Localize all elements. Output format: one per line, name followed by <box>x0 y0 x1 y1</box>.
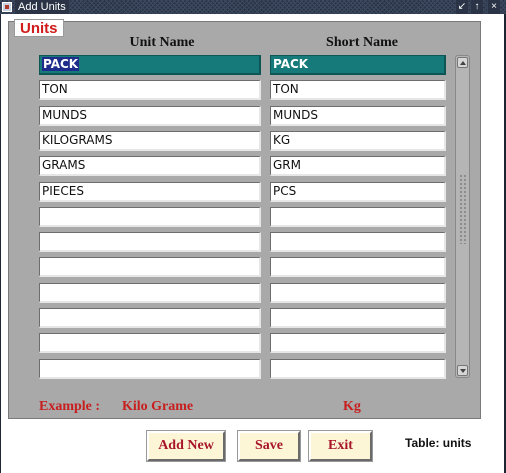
units-block-label: Units <box>14 19 64 37</box>
unit-name-field[interactable]: PIECES <box>39 182 261 202</box>
unit-name-field[interactable] <box>39 232 261 252</box>
unit-name-field[interactable] <box>39 359 261 379</box>
example-label: Example : <box>39 399 101 414</box>
selected-text: PACK <box>42 57 80 71</box>
scroll-up-icon[interactable] <box>457 57 468 68</box>
short-name-field[interactable] <box>270 257 446 277</box>
short-name-field[interactable]: PACK <box>270 55 446 75</box>
table-name-label: Table: units <box>405 436 472 450</box>
unit-name-field[interactable] <box>39 308 261 328</box>
example-unit-name: Kilo Grame <box>122 399 194 414</box>
example-short-name: Kg <box>343 399 361 414</box>
short-name-field[interactable]: MUNDS <box>270 106 446 126</box>
short-name-header: Short Name <box>326 35 398 50</box>
app-icon <box>2 2 12 12</box>
close-icon[interactable]: × <box>488 0 500 14</box>
unit-name-field[interactable] <box>39 207 261 227</box>
scroll-thumb[interactable] <box>459 174 466 244</box>
unit-name-field[interactable]: MUNDS <box>39 106 261 126</box>
pin-icon[interactable]: ↙ <box>456 0 468 14</box>
unit-name-field[interactable] <box>39 333 261 353</box>
short-name-field[interactable]: GRM <box>270 156 446 176</box>
save-button[interactable]: Save <box>237 430 301 462</box>
short-name-field[interactable] <box>270 308 446 328</box>
short-name-field[interactable]: TON <box>270 80 446 100</box>
unit-name-field[interactable]: TON <box>39 80 261 100</box>
short-name-field[interactable] <box>270 207 446 227</box>
unit-name-field[interactable]: PACK <box>39 55 261 75</box>
short-name-field[interactable] <box>270 333 446 353</box>
short-name-field[interactable]: KG <box>270 131 446 151</box>
maximize-icon[interactable]: ↑ <box>471 0 483 14</box>
exit-button[interactable]: Exit <box>308 430 373 462</box>
window-title: Add Units <box>15 0 69 14</box>
unit-name-field[interactable] <box>39 283 261 303</box>
short-name-field[interactable] <box>270 359 446 379</box>
unit-name-field[interactable] <box>39 257 261 277</box>
add-new-button[interactable]: Add New <box>146 430 226 462</box>
vertical-scrollbar[interactable] <box>455 55 470 378</box>
short-name-field[interactable] <box>270 232 446 252</box>
short-name-field[interactable] <box>270 283 446 303</box>
unit-name-field[interactable]: KILOGRAMS <box>39 131 261 151</box>
unit-name-field[interactable]: GRAMS <box>39 156 261 176</box>
short-name-field[interactable]: PCS <box>270 182 446 202</box>
unit-name-header: Unit Name <box>129 35 195 50</box>
title-bar[interactable]: Add Units ↙ ↑ × <box>0 0 506 14</box>
scroll-down-icon[interactable] <box>457 365 468 376</box>
